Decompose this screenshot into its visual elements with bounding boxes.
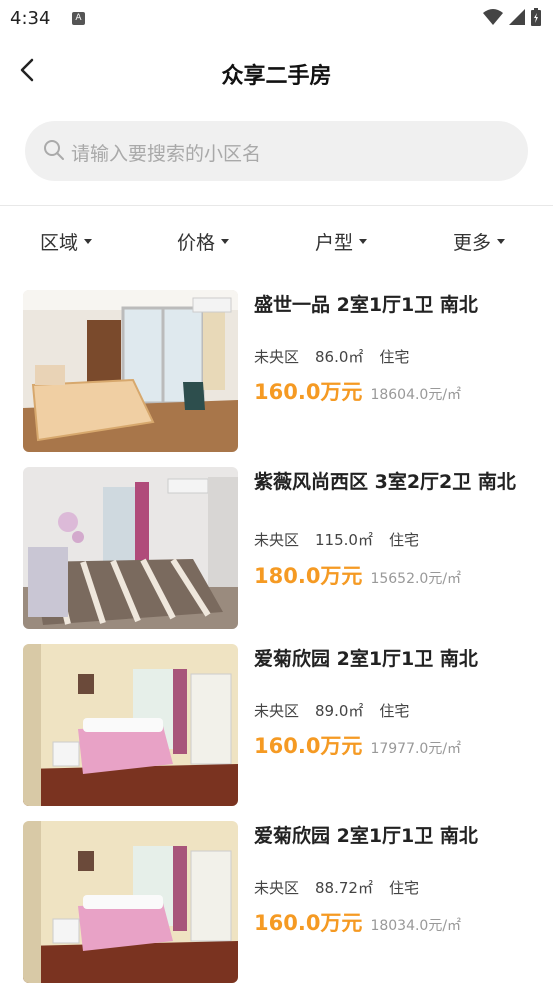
listing-meta: 未央区 89.0㎡ 住宅 — [254, 700, 409, 721]
listing-title: 爱菊欣园 2室1厅1卫 南北 — [254, 825, 478, 847]
search-icon — [44, 140, 64, 160]
battery-icon — [531, 8, 541, 26]
listing-meta: 未央区 115.0㎡ 住宅 — [254, 529, 419, 550]
listing-price-row: 160.0万元 18604.0元/㎡ — [254, 376, 461, 406]
listing-price-row: 160.0万元 17977.0元/㎡ — [254, 730, 461, 760]
listing-area: 86.0㎡ — [315, 348, 364, 366]
listing-price: 160.0万元 — [254, 734, 363, 758]
search-bar[interactable]: 请输入要搜索的小区名 — [25, 121, 528, 181]
listing-photo — [23, 644, 238, 806]
filter-label: 区域 — [40, 232, 79, 254]
filter-more[interactable]: 更多 — [453, 228, 506, 255]
divider — [0, 205, 553, 206]
listing-title: 爱菊欣园 2室1厅1卫 南北 — [254, 648, 478, 670]
status-time: 4:34 — [10, 8, 51, 29]
listing-type: 住宅 — [379, 348, 410, 366]
listing-photo — [23, 290, 238, 452]
listing-price-row: 160.0万元 18034.0元/㎡ — [254, 907, 461, 937]
header: 众享二手房 — [0, 38, 553, 106]
listing-district: 未央区 — [254, 531, 300, 549]
listing-type: 住宅 — [379, 702, 410, 720]
listing-unit-price: 17977.0元/㎡ — [370, 741, 462, 757]
filter-label: 价格 — [177, 232, 216, 254]
listing-info: 盛世一品 2室1厅1卫 南北 未央区 86.0㎡ 住宅 160.0万元 1860… — [254, 290, 544, 452]
caret-down-icon — [84, 239, 93, 244]
listing-info: 爱菊欣园 2室1厅1卫 南北 未央区 89.0㎡ 住宅 160.0万元 1797… — [254, 644, 544, 806]
listing-meta: 未央区 86.0㎡ 住宅 — [254, 346, 409, 367]
caret-down-icon — [221, 239, 230, 244]
listing-district: 未央区 — [254, 702, 300, 720]
status-bar: 4:34 A — [0, 0, 553, 38]
listing-title: 盛世一品 2室1厅1卫 南北 — [254, 294, 478, 316]
listing-type: 住宅 — [388, 531, 419, 549]
notification-icon: A — [72, 12, 85, 25]
filter-label: 更多 — [453, 232, 492, 254]
listing-unit-price: 15652.0元/㎡ — [370, 571, 462, 587]
listing-meta: 未央区 88.72㎡ 住宅 — [254, 877, 419, 898]
listing-district: 未央区 — [254, 879, 300, 897]
caret-down-icon — [497, 239, 506, 244]
listing-item[interactable]: 爱菊欣园 2室1厅1卫 南北 未央区 88.72㎡ 住宅 160.0万元 180… — [0, 821, 553, 983]
listing-info: 紫薇风尚西区 3室2厅2卫 南北 未央区 115.0㎡ 住宅 180.0万元 1… — [254, 467, 544, 629]
filter-label: 户型 — [315, 232, 354, 254]
listing-area: 115.0㎡ — [315, 531, 373, 549]
filter-layout[interactable]: 户型 — [315, 228, 368, 255]
filter-bar: 区域 价格 户型 更多 — [0, 228, 553, 260]
listing-info: 爱菊欣园 2室1厅1卫 南北 未央区 88.72㎡ 住宅 160.0万元 180… — [254, 821, 544, 983]
signal-icon — [509, 9, 525, 25]
wifi-icon — [483, 9, 503, 25]
listing-type: 住宅 — [388, 879, 419, 897]
listing-price: 160.0万元 — [254, 911, 363, 935]
listing-title: 紫薇风尚西区 3室2厅2卫 南北 — [254, 471, 516, 493]
listing-price-row: 180.0万元 15652.0元/㎡ — [254, 560, 461, 590]
filter-price[interactable]: 价格 — [177, 228, 230, 255]
listing-item[interactable]: 盛世一品 2室1厅1卫 南北 未央区 86.0㎡ 住宅 160.0万元 1860… — [0, 290, 553, 452]
listing-price: 160.0万元 — [254, 380, 363, 404]
listing-item[interactable]: 紫薇风尚西区 3室2厅2卫 南北 未央区 115.0㎡ 住宅 180.0万元 1… — [0, 467, 553, 629]
listing-area: 89.0㎡ — [315, 702, 364, 720]
listing-photo — [23, 821, 238, 983]
system-icons — [483, 8, 541, 26]
page-title: 众享二手房 — [221, 64, 332, 89]
listing-price: 180.0万元 — [254, 564, 363, 588]
listing-district: 未央区 — [254, 348, 300, 366]
listing-unit-price: 18034.0元/㎡ — [370, 918, 462, 934]
search-placeholder: 请输入要搜索的小区名 — [71, 143, 262, 165]
filter-district[interactable]: 区域 — [40, 228, 93, 255]
listing-item[interactable]: 爱菊欣园 2室1厅1卫 南北 未央区 89.0㎡ 住宅 160.0万元 1797… — [0, 644, 553, 806]
listing-unit-price: 18604.0元/㎡ — [370, 387, 462, 403]
listing-area: 88.72㎡ — [315, 879, 373, 897]
caret-down-icon — [359, 239, 368, 244]
listing-photo — [23, 467, 238, 629]
